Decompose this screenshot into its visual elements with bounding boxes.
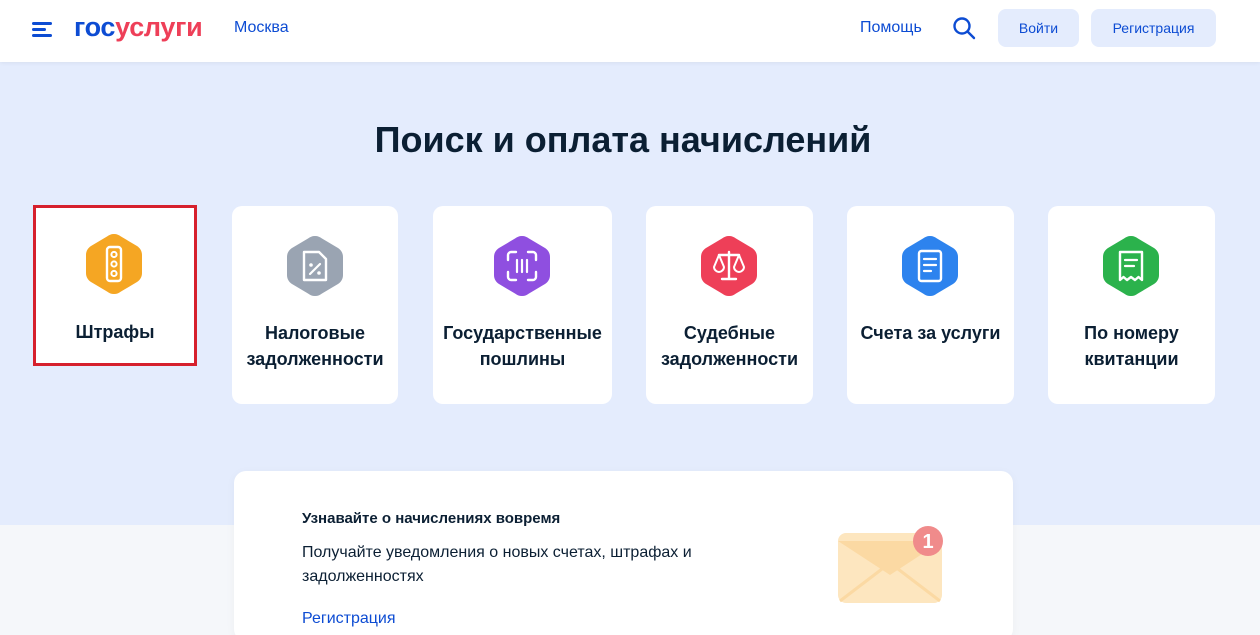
- receipt-icon: [1103, 236, 1159, 296]
- category-card-receipt[interactable]: По номеру квитанции: [1048, 206, 1215, 404]
- scan-code-icon: [494, 236, 550, 296]
- category-label: Судебные задолженности: [660, 323, 799, 369]
- notification-text: Получайте уведомления о новых счетах, шт…: [302, 544, 692, 585]
- invoice-icon: [902, 236, 958, 296]
- category-label: Штрафы: [75, 322, 155, 342]
- notification-promo: Узнавайте о начислениях вовремя Получайт…: [234, 471, 1013, 635]
- category-card-fines[interactable]: Штрафы: [33, 205, 197, 366]
- category-card-bills[interactable]: Счета за услуги: [847, 206, 1014, 404]
- search-icon[interactable]: [952, 16, 976, 40]
- gosuslugi-logo[interactable]: госуслуги: [74, 12, 203, 42]
- category-card-duties[interactable]: Государственные пошлины: [433, 206, 612, 404]
- site-header: госуслуги Москва Помощь Войти Регистраци…: [0, 0, 1260, 62]
- category-card-court[interactable]: Судебные задолженности: [646, 206, 813, 404]
- envelope-icon: 1: [838, 526, 943, 603]
- city-selector[interactable]: Москва: [234, 19, 289, 37]
- page-title: Поиск и оплата начислений: [374, 119, 872, 160]
- help-link[interactable]: Помощь: [860, 19, 922, 37]
- scales-icon: [701, 236, 757, 296]
- category-card-tax[interactable]: Налоговые задолженности: [232, 206, 398, 404]
- menu-icon[interactable]: [32, 20, 54, 38]
- traffic-light-icon: [86, 234, 142, 294]
- logo-part-gos: гос: [74, 12, 116, 42]
- register-button[interactable]: Регистрация: [1091, 9, 1216, 47]
- notification-register-link[interactable]: Регистрация: [302, 610, 396, 628]
- logo-part-uslugi: услуги: [115, 12, 203, 42]
- category-label: По номеру квитанции: [1084, 323, 1179, 369]
- category-label: Государственные пошлины: [443, 323, 602, 369]
- notification-badge-count: 1: [922, 531, 933, 553]
- category-label: Налоговые задолженности: [246, 323, 384, 369]
- category-label: Счета за услуги: [860, 323, 1001, 343]
- tax-document-icon: [287, 236, 343, 296]
- notification-title: Узнавайте о начислениях вовремя: [302, 510, 561, 527]
- login-button[interactable]: Войти: [998, 9, 1079, 47]
